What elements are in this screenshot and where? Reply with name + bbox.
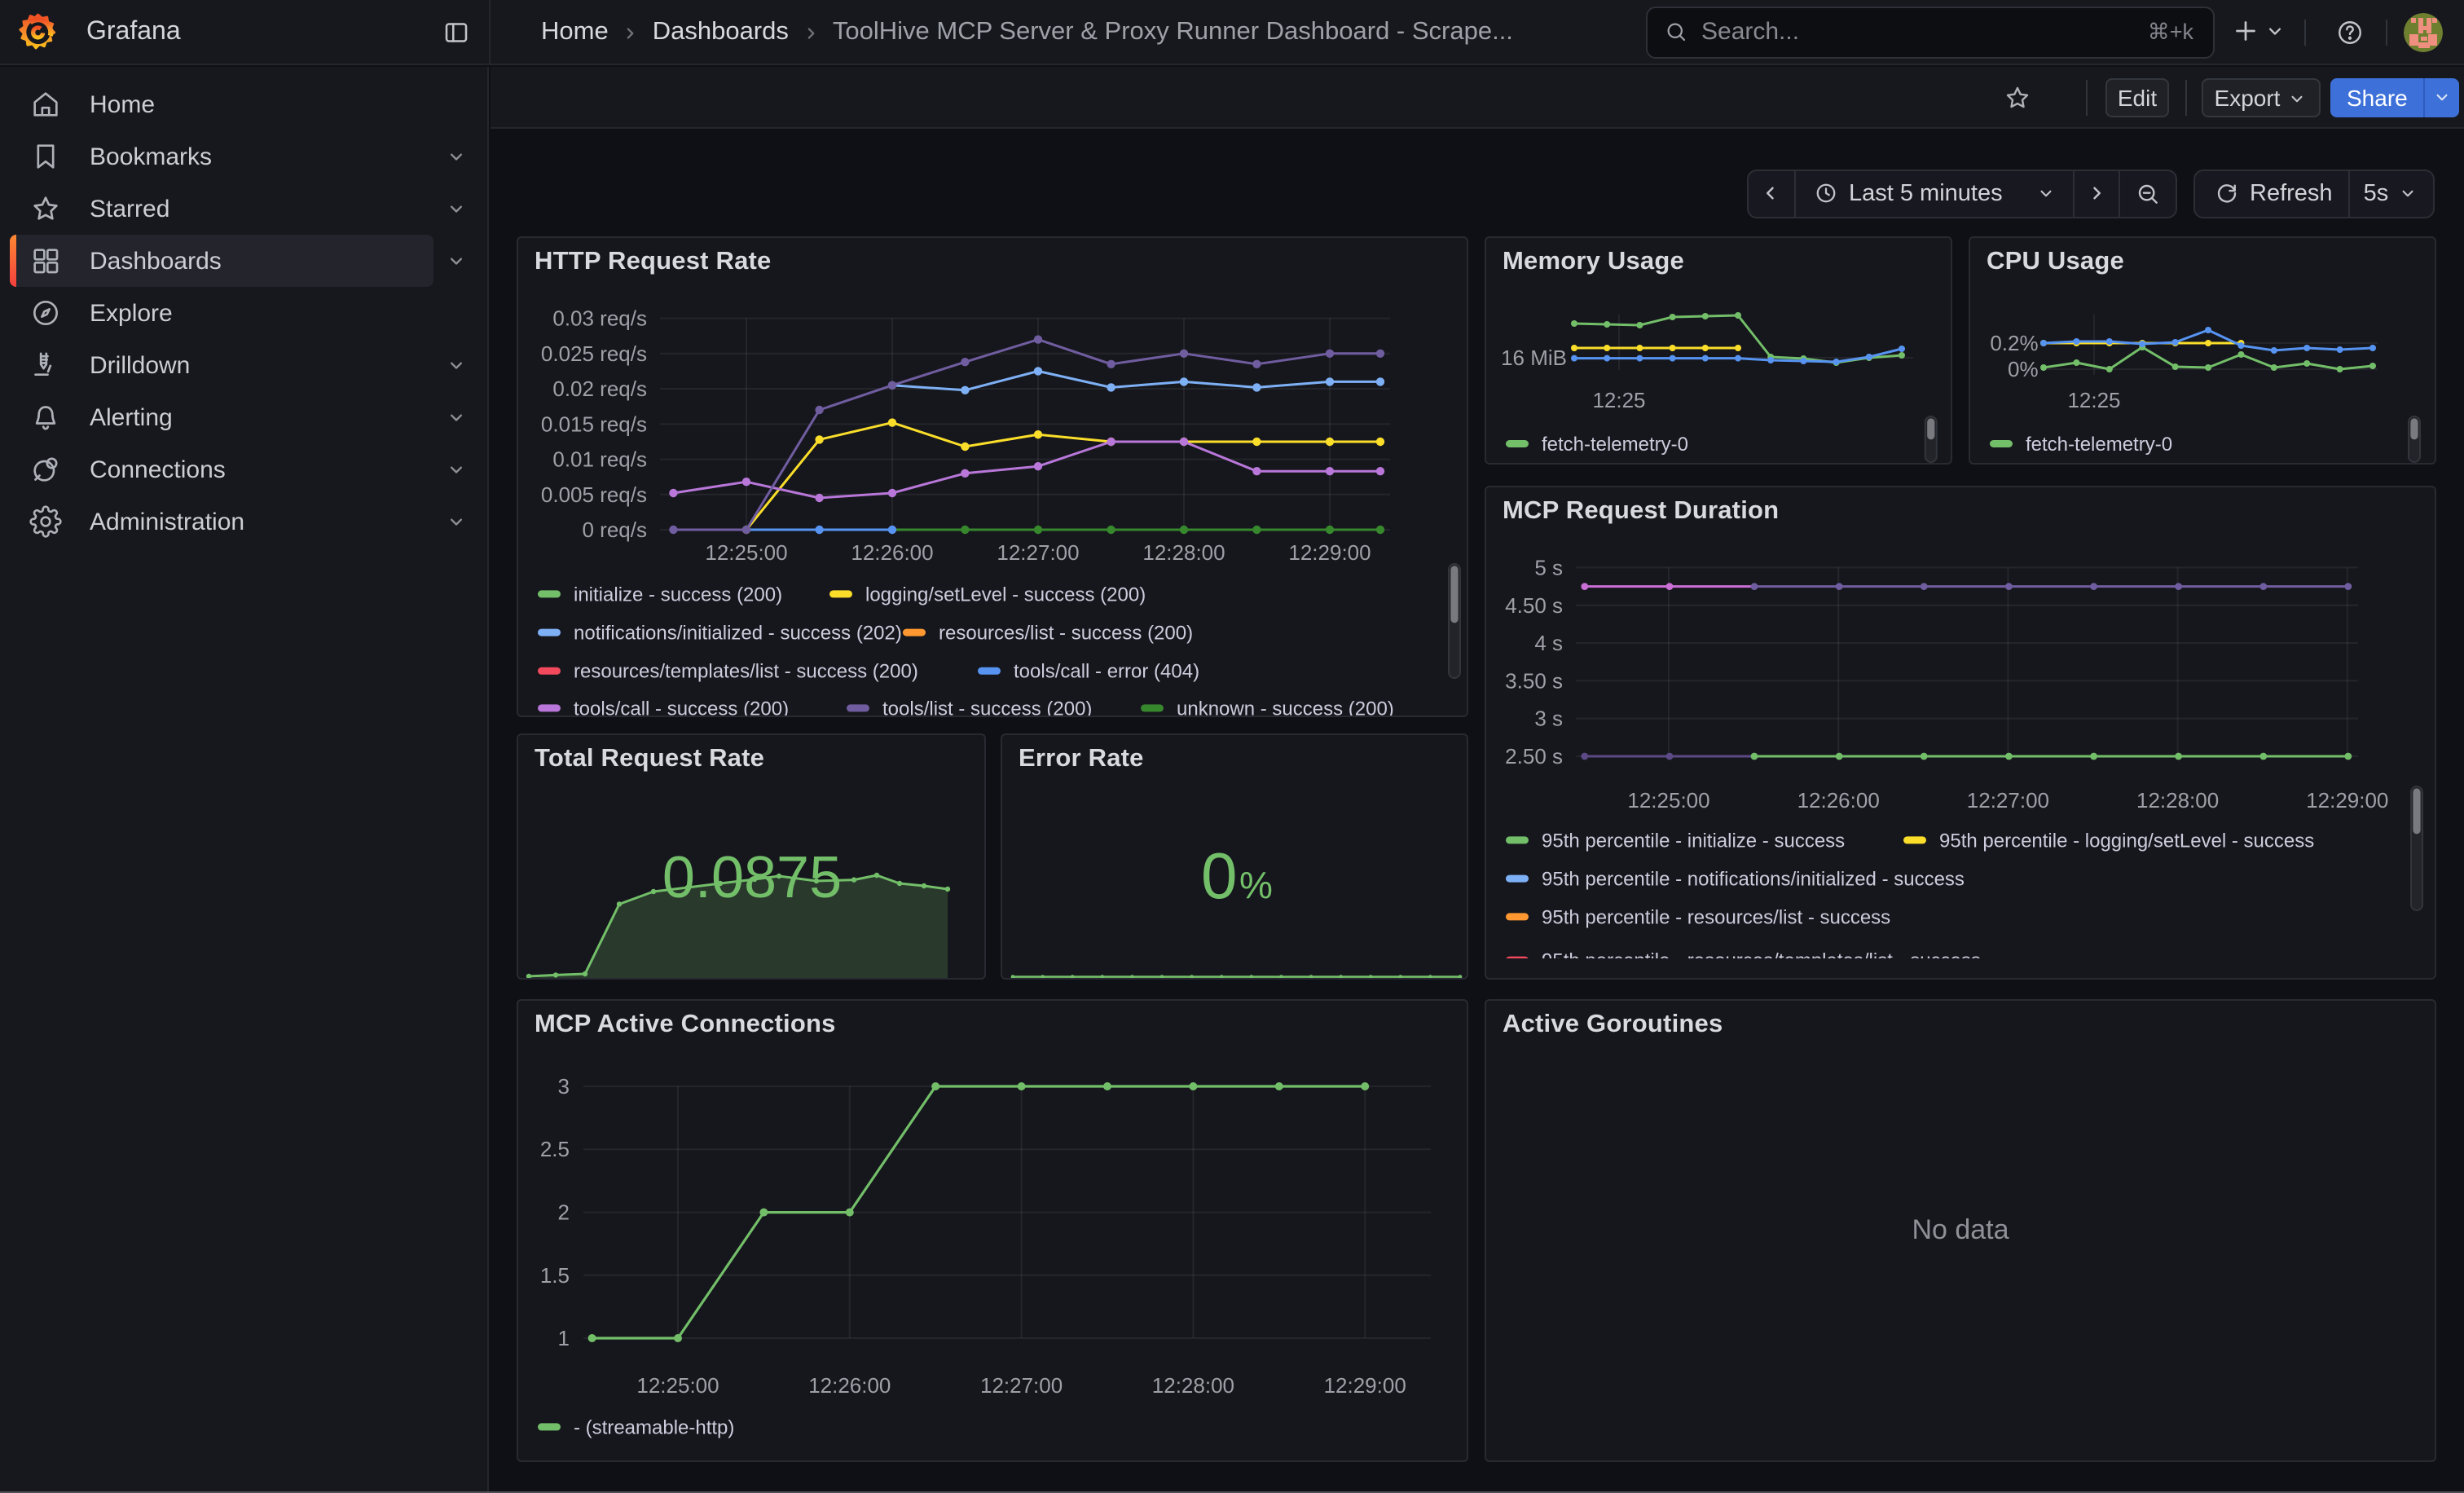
svg-text:0%: 0%: [2008, 357, 2039, 381]
svg-text:tools/call - error (404): tools/call - error (404): [1014, 661, 1199, 683]
svg-text:0.2%: 0.2%: [1990, 331, 2038, 355]
svg-text:0.025 req/s: 0.025 req/s: [541, 341, 647, 366]
svg-text:0.03 req/s: 0.03 req/s: [552, 306, 647, 331]
svg-text:12:28:00: 12:28:00: [1152, 1372, 1234, 1397]
svg-text:resources/templates/list - suc: resources/templates/list - success (200): [574, 661, 918, 683]
svg-text:3.50 s: 3.50 s: [1505, 667, 1563, 692]
svg-text:0.02 req/s: 0.02 req/s: [552, 377, 647, 401]
svg-text:12:25:00: 12:25:00: [636, 1372, 719, 1397]
svg-text:tools/call - success (200): tools/call - success (200): [574, 698, 789, 716]
svg-text:12:29:00: 12:29:00: [1324, 1372, 1406, 1397]
svg-text:resources/list - success (200): resources/list - success (200): [939, 622, 1193, 644]
svg-text:5 s: 5 s: [1534, 555, 1563, 579]
svg-text:12:27:00: 12:27:00: [1967, 787, 2049, 812]
svg-text:unknown - success (200): unknown - success (200): [1177, 698, 1394, 716]
svg-text:12:25:00: 12:25:00: [705, 540, 787, 565]
svg-text:%: %: [1239, 864, 1273, 906]
svg-text:12:26:00: 12:26:00: [1797, 787, 1880, 812]
svg-text:notifications/initialized - su: notifications/initialized - success (202…: [574, 622, 902, 644]
svg-text:95th percentile - notification: 95th percentile - notifications/initiali…: [1542, 867, 1965, 889]
svg-text:initialize - success (200): initialize - success (200): [574, 584, 782, 606]
svg-text:2.5: 2.5: [540, 1136, 570, 1160]
svg-text:12:25:00: 12:25:00: [1627, 787, 1709, 812]
svg-text:12:25: 12:25: [2067, 388, 2120, 412]
svg-text:12:25: 12:25: [1592, 388, 1645, 412]
svg-text:95th percentile - resources/li: 95th percentile - resources/list - succe…: [1542, 905, 1890, 927]
svg-text:0.005 req/s: 0.005 req/s: [541, 482, 647, 507]
svg-text:0.015 req/s: 0.015 req/s: [541, 412, 647, 436]
svg-text:4.50 s: 4.50 s: [1505, 592, 1563, 617]
svg-text:12:28:00: 12:28:00: [2136, 787, 2219, 812]
svg-text:0: 0: [1201, 839, 1238, 912]
svg-text:tools/list - success (200): tools/list - success (200): [882, 698, 1092, 716]
svg-text:12:27:00: 12:27:00: [980, 1372, 1063, 1397]
svg-text:12:29:00: 12:29:00: [2306, 787, 2388, 812]
svg-text:95th percentile - logging/setL: 95th percentile - logging/setLevel - suc…: [1939, 829, 2314, 851]
svg-text:12:27:00: 12:27:00: [997, 540, 1079, 565]
svg-text:fetch-telemetry-0: fetch-telemetry-0: [2026, 434, 2172, 456]
svg-text:logging/setLevel - success (20: logging/setLevel - success (200): [865, 584, 1146, 606]
svg-text:12:26:00: 12:26:00: [851, 540, 933, 565]
svg-text:0 req/s: 0 req/s: [583, 517, 648, 542]
svg-text:95th percentile - initialize -: 95th percentile - initialize - success: [1542, 829, 1845, 851]
svg-text:0.0875: 0.0875: [662, 845, 842, 910]
svg-text:fetch-telemetry-0: fetch-telemetry-0: [1542, 434, 1688, 456]
svg-text:0.01 req/s: 0.01 req/s: [552, 447, 647, 472]
svg-text:95th percentile - resources/te: 95th percentile - resources/templates/li…: [1542, 949, 1981, 971]
svg-text:3 s: 3 s: [1534, 706, 1563, 730]
svg-text:4 s: 4 s: [1534, 630, 1563, 654]
svg-text:12:26:00: 12:26:00: [808, 1372, 891, 1397]
svg-text:1.5: 1.5: [540, 1262, 570, 1287]
svg-text:3: 3: [558, 1073, 570, 1098]
svg-text:2.50 s: 2.50 s: [1505, 743, 1563, 768]
svg-text:12:28:00: 12:28:00: [1142, 540, 1225, 565]
svg-text:12:29:00: 12:29:00: [1288, 540, 1371, 565]
svg-text:16 MiB: 16 MiB: [1501, 346, 1567, 370]
svg-text:2: 2: [558, 1199, 570, 1223]
svg-text:- (streamable-http): - (streamable-http): [574, 1416, 734, 1438]
svg-text:1: 1: [558, 1325, 570, 1350]
